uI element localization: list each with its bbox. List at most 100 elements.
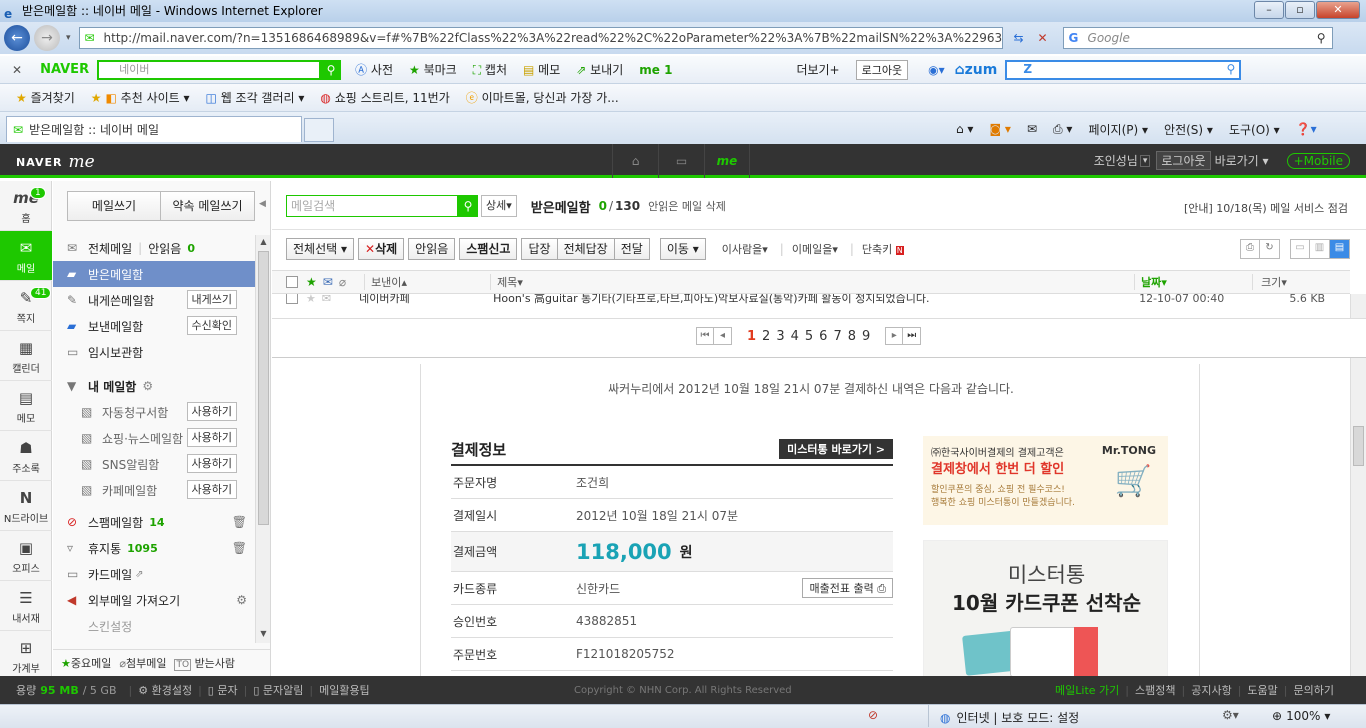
footer-notice[interactable]: 공지사항: [1191, 682, 1231, 698]
row-checkbox[interactable]: [286, 294, 298, 304]
card-coupon-ad[interactable]: 미스터통 10월 카드쿠폰 선착순: [923, 540, 1168, 676]
nav-budget[interactable]: ⊞ 가계부: [0, 631, 52, 681]
zum-search-icon[interactable]: ⚲: [1227, 62, 1236, 76]
mail-row[interactable]: ★ ✉ 네이버카페 Hoon's 高guitar 통기타(기타프로,타브,피아노…: [272, 294, 1350, 309]
print-receipt-button[interactable]: 매출전표 출력 ⎙: [802, 578, 893, 598]
folder-external[interactable]: ◀ 외부메일 가져오기 ⚙: [53, 587, 255, 613]
page-number-7[interactable]: 7: [833, 329, 841, 344]
nav-contacts[interactable]: ☗ 주소록: [0, 431, 52, 481]
zum-search-input[interactable]: Z ⚲: [1005, 59, 1242, 80]
empty-trash-icon[interactable]: 🗑: [232, 541, 247, 555]
use-auto-bill-button[interactable]: 사용하기: [186, 402, 237, 421]
security-zone[interactable]: ◍ 인터넷 | 보호 모드: 설정: [940, 709, 1079, 726]
filter-recipient[interactable]: TO 받는사람: [174, 655, 235, 671]
refresh-list-icon[interactable]: ↻: [1260, 239, 1280, 259]
web-search-field[interactable]: G Google ⚲: [1062, 27, 1333, 49]
forward-mail-button[interactable]: 전달: [614, 238, 650, 260]
refresh-icon[interactable]: ⇆: [1009, 31, 1029, 45]
logout-button[interactable]: 로그아웃: [1156, 151, 1211, 170]
filter-attachment[interactable]: ⌀첨부메일: [119, 655, 166, 671]
naver-me-logo[interactable]: NAVER me: [16, 152, 95, 172]
zum-logo[interactable]: ⌂zum: [955, 62, 998, 78]
folder-cafe[interactable]: ▧ 카페메일함 사용하기: [53, 477, 255, 503]
new-tab-button[interactable]: [304, 118, 334, 142]
mrtong-shortcut-button[interactable]: 미스터통 바로가기 >: [779, 439, 893, 459]
send-button[interactable]: ⇗ 보내기: [576, 61, 623, 78]
collapse-sidebar-icon[interactable]: ◀: [259, 199, 266, 209]
close-window-button[interactable]: ✕: [1316, 1, 1360, 19]
sidebar-scroll-thumb[interactable]: [258, 251, 269, 525]
nav-note[interactable]: ✎ 쪽지 41: [0, 281, 52, 331]
page-number-5[interactable]: 5: [805, 329, 813, 344]
prev-page-button[interactable]: ◂: [714, 327, 732, 345]
footer-sms[interactable]: ▯ 문자: [208, 682, 238, 698]
folder-spam[interactable]: ⊘ 스팸메일함 14 🗑: [53, 509, 255, 535]
page-number-4[interactable]: 4: [791, 329, 799, 344]
column-subject[interactable]: 제목▾: [490, 274, 1134, 290]
nav-library[interactable]: ☰ 내서재: [0, 581, 52, 631]
protected-mode-icon[interactable]: ⚙▾: [1222, 708, 1239, 722]
fav-11st[interactable]: ◍ 쇼핑 스트리트, 11번가: [320, 89, 449, 106]
view-list-only-icon[interactable]: ▭: [1290, 239, 1310, 259]
column-date[interactable]: 날짜▾: [1134, 274, 1252, 290]
footer-contact[interactable]: 문의하기: [1294, 682, 1334, 698]
report-spam-button[interactable]: 스팸신고: [459, 238, 518, 260]
sidebar-scrollbar[interactable]: ▲ ▼: [255, 235, 270, 643]
external-settings-icon[interactable]: ⚙: [236, 593, 247, 607]
footer-settings[interactable]: ⚙ 환경설정: [138, 682, 192, 698]
nav-home[interactable]: me 홈 1: [0, 181, 52, 231]
forward-button[interactable]: →: [34, 25, 60, 51]
column-sender[interactable]: 보낸이▴: [364, 274, 490, 290]
fav-recommended-sites[interactable]: ◧ 추천 사이트 ▾: [106, 89, 190, 106]
unread-count[interactable]: 0: [599, 199, 607, 213]
folder-auto-bill[interactable]: ▧ 자동청구서함 사용하기: [53, 399, 255, 425]
filter-this-person[interactable]: 이사람을▾: [722, 241, 768, 257]
toolbar-logout-button[interactable]: 로그아웃: [855, 59, 909, 80]
capture-button[interactable]: ⛶ 캡처: [473, 61, 507, 78]
naver-search-input[interactable]: 네이버: [97, 59, 322, 80]
user-name[interactable]: 조인성님: [1094, 152, 1138, 169]
write-mail-button[interactable]: 메일쓰기: [67, 191, 161, 221]
preview-scrollbar[interactable]: [1350, 358, 1366, 676]
my-mailbox-header[interactable]: ▼내 메일함⚙+: [53, 373, 265, 399]
first-page-button[interactable]: ⏮: [696, 327, 714, 345]
page-number-9[interactable]: 9: [862, 329, 870, 344]
feeds-icon[interactable]: ◙ ▾: [989, 122, 1010, 136]
last-page-button[interactable]: ⏭: [903, 327, 922, 345]
folder-trash[interactable]: ▿ 휴지통 1095 🗑: [53, 535, 255, 561]
promise-mail-button[interactable]: 약속 메일쓰기: [161, 191, 255, 221]
folder-drafts[interactable]: ▭ 임시보관함: [53, 339, 255, 365]
print-list-icon[interactable]: ⎙: [1240, 239, 1260, 259]
mail-icon[interactable]: ✉: [1027, 122, 1037, 136]
menu-page[interactable]: 페이지(P) ▾: [1088, 121, 1148, 138]
use-sns-button[interactable]: 사용하기: [186, 454, 237, 473]
page-number-3[interactable]: 3: [776, 329, 784, 344]
select-all-button[interactable]: 전체선택 ▾: [286, 238, 355, 260]
footer-sms-alert[interactable]: ▯ 문자알림: [253, 682, 303, 698]
add-favorite-icon[interactable]: ★: [91, 91, 102, 105]
view-bottom-preview-icon[interactable]: ▤: [1330, 239, 1350, 259]
print-icon[interactable]: ⎙ ▾: [1053, 122, 1072, 137]
fav-web-slice-gallery[interactable]: ◫ 웹 조각 갤러리 ▾: [206, 89, 305, 106]
delete-button[interactable]: ✕삭제: [358, 238, 405, 260]
folder-shopping-news[interactable]: ▧ 쇼핑·뉴스메일함 사용하기: [53, 425, 255, 451]
move-button[interactable]: 이동 ▾: [659, 238, 706, 260]
preview-scroll-thumb[interactable]: [1353, 426, 1364, 466]
fav-emart[interactable]: ⓔ 이마트몰, 당신과 가장 가...: [466, 89, 619, 106]
url-field[interactable]: ✉ http://mail.naver.com/?n=1351686468989…: [78, 27, 1003, 49]
header-home-icon[interactable]: ⌂: [612, 144, 658, 178]
service-notice[interactable]: [안내] 10/18(목) 메일 서비스 점검: [1184, 200, 1348, 216]
page-number-8[interactable]: 8: [848, 329, 856, 344]
row-sender[interactable]: 네이버카페: [359, 294, 493, 306]
folder-cut-item[interactable]: 스킨설정: [53, 619, 255, 634]
page-number-2[interactable]: 2: [762, 329, 770, 344]
use-shopping-button[interactable]: 사용하기: [186, 428, 237, 447]
back-button[interactable]: ←: [4, 25, 30, 51]
more-button[interactable]: 더보기+: [796, 61, 839, 78]
home-icon[interactable]: ⌂ ▾: [956, 122, 973, 136]
popup-blocker-icon[interactable]: ⊘: [868, 708, 878, 722]
header-read-icon[interactable]: ✉: [323, 275, 333, 289]
nav-office[interactable]: ▣ 오피스: [0, 531, 52, 581]
next-page-button[interactable]: ▸: [885, 327, 904, 345]
folder-sent[interactable]: ▰ 보낸메일함 수신확인: [53, 313, 255, 339]
